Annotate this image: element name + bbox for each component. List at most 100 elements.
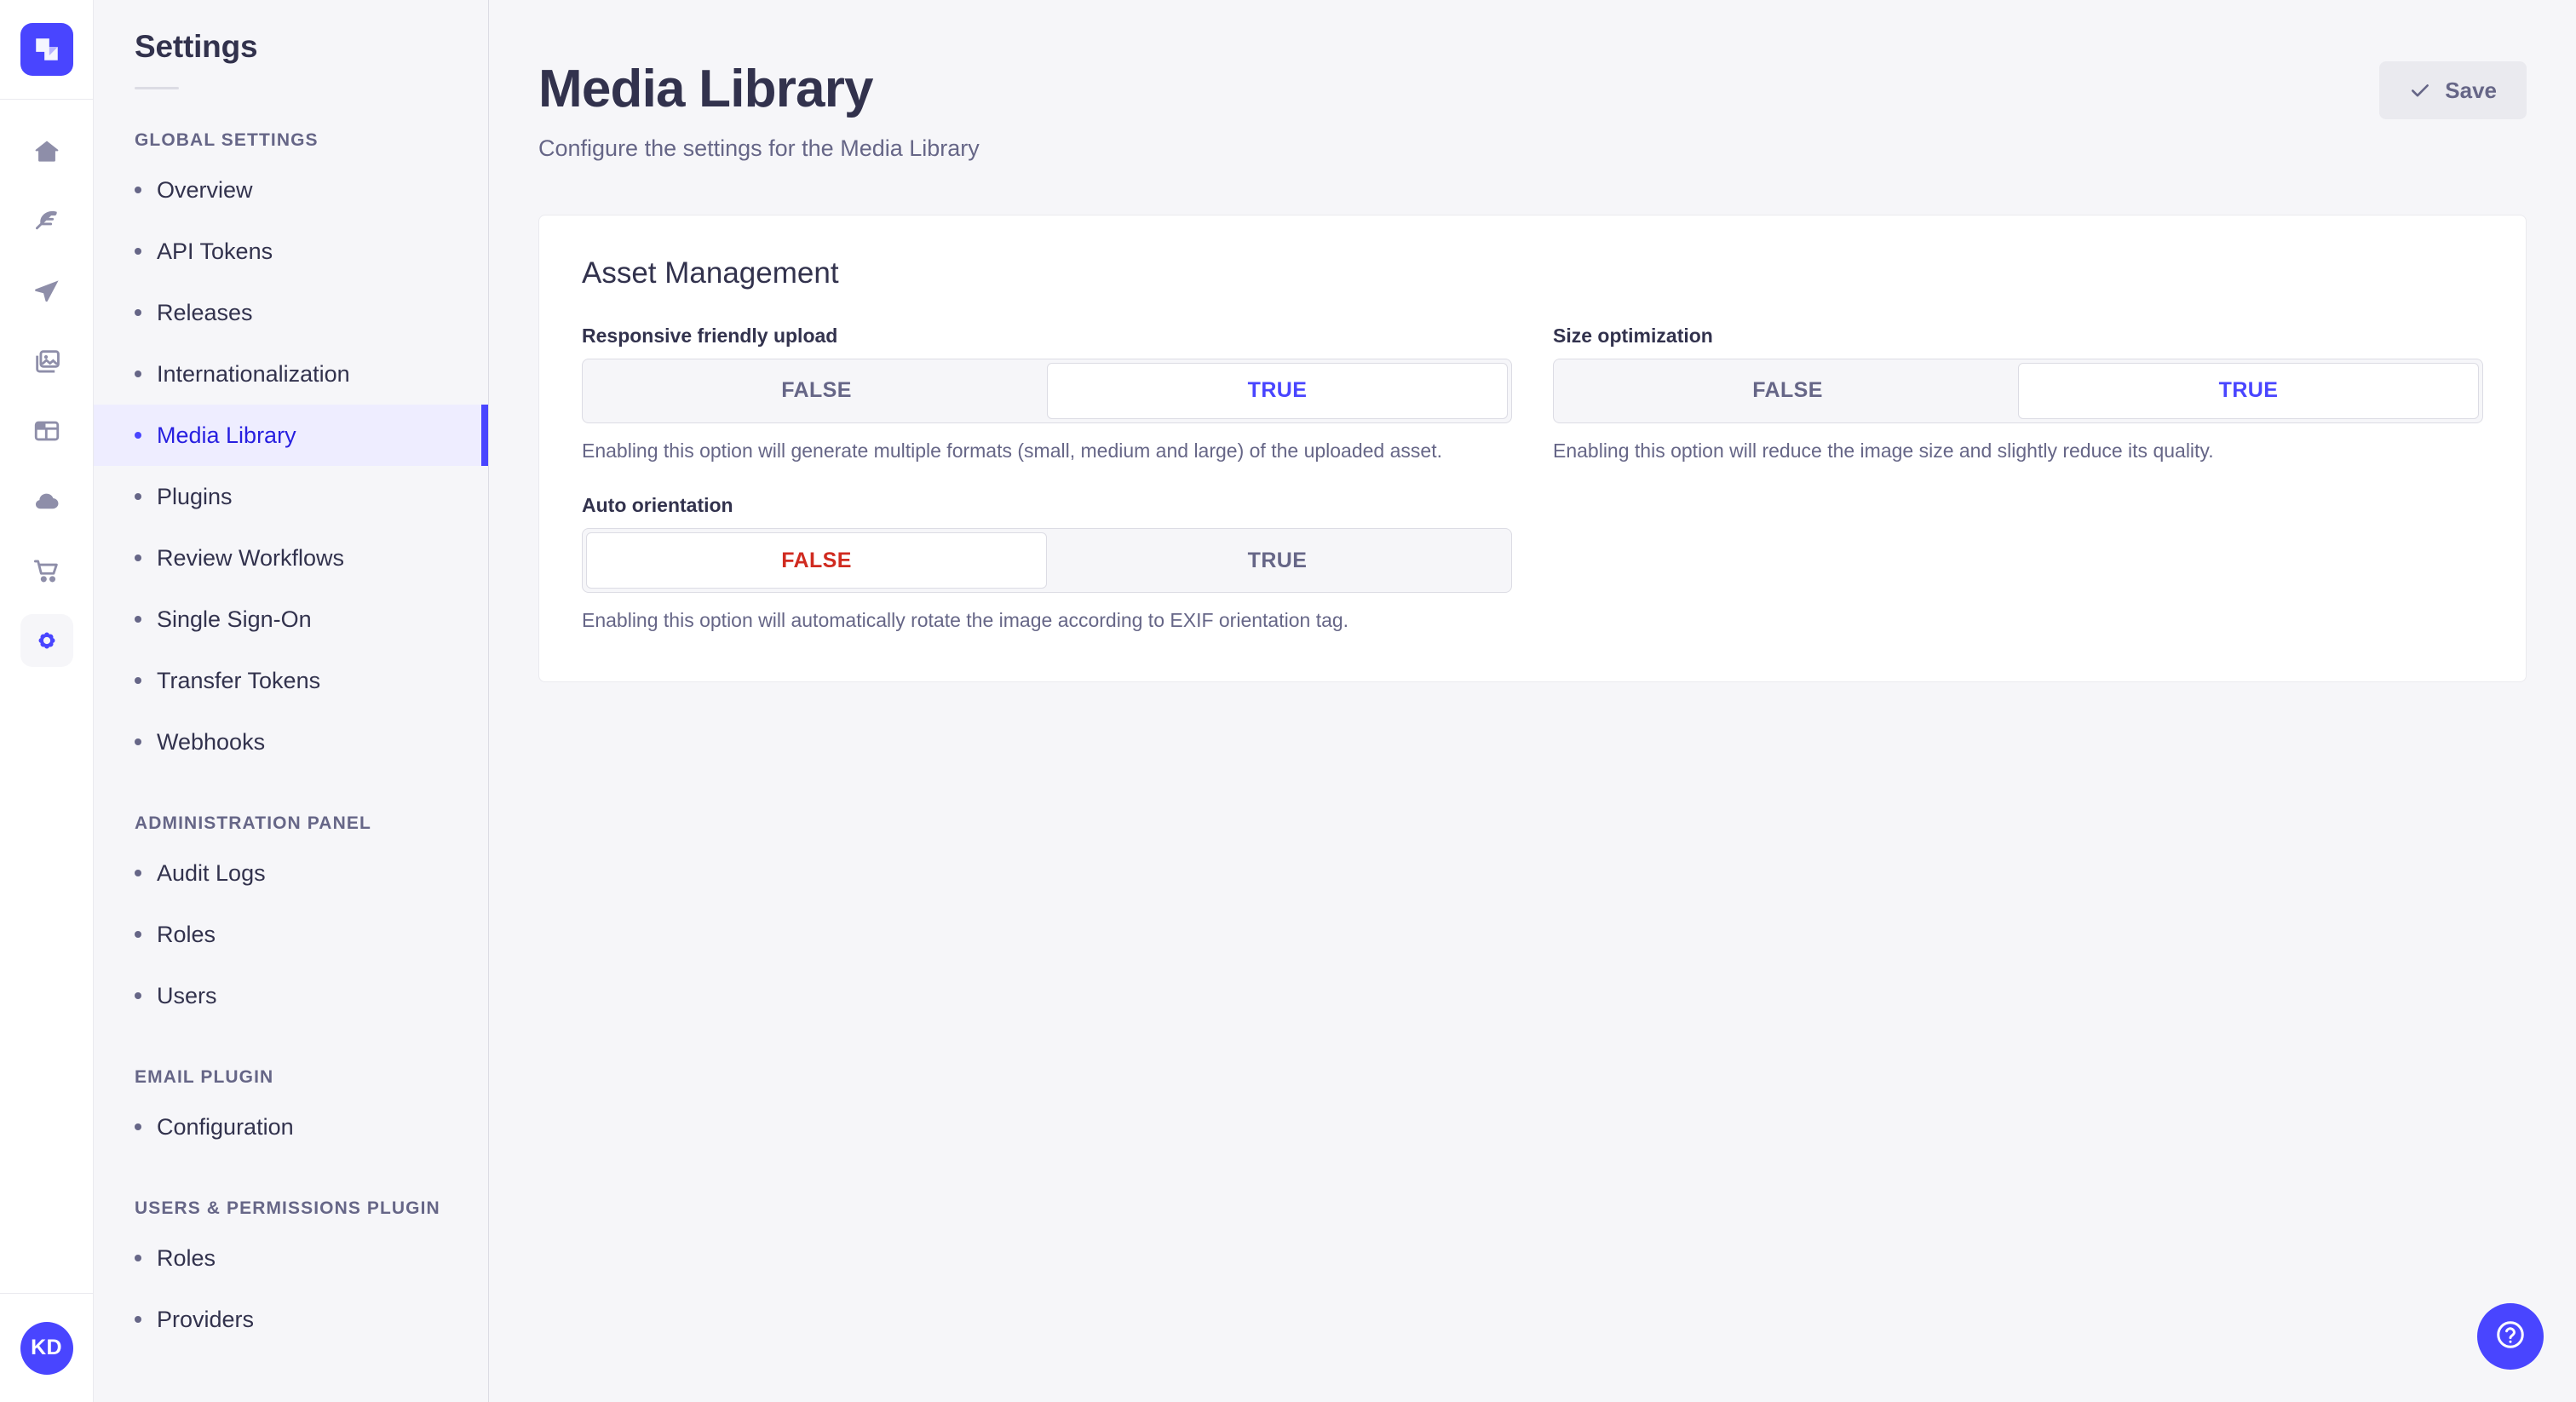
rail-item-list xyxy=(20,100,73,1293)
rail-item-home[interactable] xyxy=(20,125,73,178)
cloud-icon xyxy=(32,486,61,515)
setting-field: Auto orientation FALSE TRUE Enabling this o… xyxy=(582,494,1512,635)
layout-icon xyxy=(32,417,61,445)
sidebar-item-label: Users xyxy=(157,982,217,1008)
sidebar-item-providers[interactable]: Providers xyxy=(94,1289,488,1350)
sidebar-item-webhooks[interactable]: Webhooks xyxy=(94,711,488,773)
toggle-option-true[interactable]: TRUE xyxy=(1047,362,1508,419)
sidebar-item-label: Audit Logs xyxy=(157,859,266,886)
setting-field: Responsive friendly upload FALSE TRUE Enabl… xyxy=(582,325,1512,465)
rail-item-content-manager[interactable] xyxy=(20,195,73,248)
sidebar-item-label: API Tokens xyxy=(157,238,273,264)
boolean-toggle[interactable]: FALSE TRUE xyxy=(582,528,1512,594)
page-heading-block: Media Library Configure the settings for… xyxy=(538,60,980,162)
page-subtitle: Configure the settings for the Media Lib… xyxy=(538,135,980,161)
field-label: Responsive friendly upload xyxy=(582,324,838,347)
rail-item-content-type-builder[interactable] xyxy=(20,265,73,318)
sidebar-item-label: Roles xyxy=(157,921,216,947)
bullet-icon xyxy=(135,738,141,745)
sidebar-item-roles[interactable]: Roles xyxy=(94,904,488,965)
bullet-icon xyxy=(135,309,141,316)
settings-field-grid: Responsive friendly upload FALSE TRUE Enabl… xyxy=(582,325,2483,635)
sidebar-item-label: Review Workflows xyxy=(157,544,345,571)
save-button[interactable]: Save xyxy=(2379,61,2527,119)
bullet-icon xyxy=(135,677,141,684)
card-title: Asset Management xyxy=(582,256,839,290)
bullet-icon xyxy=(135,1123,141,1130)
question-mark-circle-icon xyxy=(2494,1319,2527,1355)
main-content: Media Library Configure the settings for… xyxy=(489,0,2576,1402)
avatar[interactable]: KD xyxy=(20,1321,73,1375)
sidebar-item-label: Transfer Tokens xyxy=(157,667,321,693)
sidebar-title: Settings xyxy=(135,29,258,64)
sidebar-item-single-sign-on[interactable]: Single Sign-On xyxy=(94,589,488,650)
save-button-label: Save xyxy=(2445,77,2497,103)
sidebar-sections: GLOBAL SETTINGS Overview API Tokens Release… xyxy=(94,130,488,1350)
home-icon xyxy=(32,137,61,166)
field-hint: Enabling this option will generate multi… xyxy=(582,439,1442,462)
sidebar-item-review-workflows[interactable]: Review Workflows xyxy=(94,527,488,589)
feather-icon xyxy=(32,207,61,236)
sidebar-item-configuration[interactable]: Configuration xyxy=(94,1096,488,1158)
logo-container xyxy=(0,0,93,100)
bullet-icon xyxy=(135,371,141,377)
sidebar-item-label: Releases xyxy=(157,299,253,325)
boolean-toggle[interactable]: FALSE TRUE xyxy=(582,358,1512,423)
boolean-toggle[interactable]: FALSE TRUE xyxy=(1553,358,2483,423)
sidebar-item-audit-logs[interactable]: Audit Logs xyxy=(94,842,488,904)
sidebar-item-label: Providers xyxy=(157,1306,255,1332)
sidebar-item-roles[interactable]: Roles xyxy=(94,1227,488,1289)
toggle-option-true[interactable]: TRUE xyxy=(1047,532,1508,589)
sidebar-item-label: Internationalization xyxy=(157,360,350,387)
bullet-icon xyxy=(135,1316,141,1323)
rail-item-media-library[interactable] xyxy=(20,335,73,388)
rail-item-cloud[interactable] xyxy=(20,474,73,527)
sidebar-item-users[interactable]: Users xyxy=(94,965,488,1026)
toggle-option-true[interactable]: TRUE xyxy=(2018,362,2479,419)
app-root: KD Settings GLOBAL SETTINGS Overview API T… xyxy=(0,0,2576,1402)
settings-sidebar: Settings GLOBAL SETTINGS Overview API Toke… xyxy=(94,0,489,1402)
shopping-cart-icon xyxy=(32,556,61,585)
sidebar-section-title: ADMINISTRATION PANEL xyxy=(135,813,371,833)
rail-item-pages[interactable] xyxy=(20,405,73,457)
sidebar-section-title: GLOBAL SETTINGS xyxy=(135,130,319,150)
help-button[interactable] xyxy=(2477,1303,2544,1370)
toggle-option-false[interactable]: FALSE xyxy=(1557,363,2018,419)
field-hint: Enabling this option will reduce the ima… xyxy=(1553,439,2214,462)
bullet-icon xyxy=(135,616,141,623)
bullet-icon xyxy=(135,248,141,255)
rail-item-marketplace[interactable] xyxy=(20,544,73,597)
field-hint: Enabling this option will automatically … xyxy=(582,609,1349,632)
sidebar-item-api-tokens[interactable]: API Tokens xyxy=(94,221,488,282)
sidebar-item-label: Plugins xyxy=(157,483,233,509)
sidebar-item-label: Webhooks xyxy=(157,728,266,755)
paper-plane-icon xyxy=(32,277,61,306)
field-label: Size optimization xyxy=(1553,324,1713,347)
check-icon xyxy=(2409,79,2431,101)
sidebar-section-title: USERS & PERMISSIONS PLUGIN xyxy=(135,1198,440,1218)
bullet-icon xyxy=(135,432,141,439)
bullet-icon xyxy=(135,187,141,193)
strapi-logo-icon[interactable] xyxy=(20,23,73,76)
sidebar-item-label: Single Sign-On xyxy=(157,606,312,632)
toggle-option-false[interactable]: FALSE xyxy=(586,532,1047,589)
sidebar-item-transfer-tokens[interactable]: Transfer Tokens xyxy=(94,650,488,711)
sidebar-divider xyxy=(135,87,179,89)
sidebar-item-releases[interactable]: Releases xyxy=(94,282,488,343)
images-icon xyxy=(32,347,61,376)
toggle-option-false[interactable]: FALSE xyxy=(586,363,1047,419)
sidebar-item-overview[interactable]: Overview xyxy=(94,159,488,221)
sidebar-item-label: Configuration xyxy=(157,1113,294,1140)
sidebar-section-title: EMAIL PLUGIN xyxy=(135,1067,274,1087)
rail-item-settings[interactable] xyxy=(20,614,73,667)
field-label: Auto orientation xyxy=(582,494,733,517)
sidebar-item-plugins[interactable]: Plugins xyxy=(94,466,488,527)
icon-rail: KD xyxy=(0,0,94,1402)
bullet-icon xyxy=(135,1255,141,1261)
bullet-icon xyxy=(135,493,141,500)
sidebar-item-label: Media Library xyxy=(157,422,296,448)
bullet-icon xyxy=(135,870,141,876)
gear-icon xyxy=(32,626,61,655)
sidebar-item-media-library[interactable]: Media Library xyxy=(94,405,488,466)
sidebar-item-internationalization[interactable]: Internationalization xyxy=(94,343,488,405)
